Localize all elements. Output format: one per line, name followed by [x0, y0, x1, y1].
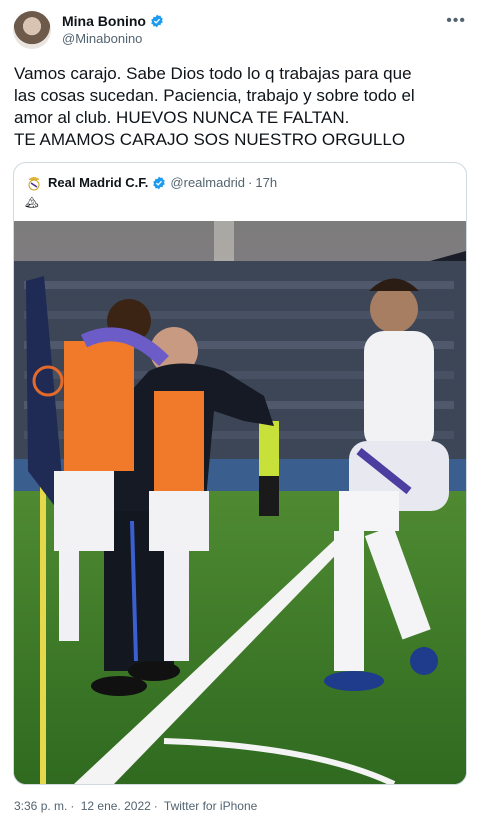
tweet-text: Vamos carajo. Sabe Dios todo lo q trabaj… [14, 63, 469, 151]
match-photo[interactable] [14, 221, 466, 784]
avatar[interactable] [13, 11, 51, 49]
quoted-text-emoji: 🏔 [25, 197, 39, 209]
separator-dot: · [70, 799, 75, 813]
tweet-date[interactable]: 12 ene. 2022 [81, 799, 151, 813]
quoted-avatar [25, 174, 43, 192]
author-display-name[interactable]: Mina Bonino [62, 13, 146, 29]
quoted-tweet[interactable]: Real Madrid C.F. @realmadrid · 17h 🏔 [13, 162, 467, 785]
more-options-icon[interactable]: ••• [446, 12, 466, 30]
tweet: Mina Bonino @Minabonino ••• Vamos carajo… [0, 0, 481, 823]
verified-badge-icon [153, 176, 166, 189]
quoted-header: Real Madrid C.F. @realmadrid · 17h [48, 175, 277, 190]
tweet-line: Vamos carajo. Sabe Dios todo lo q trabaj… [14, 64, 412, 83]
author-handle[interactable]: @Minabonino [62, 31, 142, 46]
tweet-source[interactable]: Twitter for iPhone [164, 799, 257, 813]
real-madrid-crest-icon [28, 177, 40, 191]
author-name-row[interactable]: Mina Bonino [62, 13, 164, 29]
tweet-line: TE AMAMOS CARAJO SOS NUESTRO ORGULLO [14, 130, 406, 149]
tweet-line: las cosas sucedan. Paciencia, trabajo y … [14, 86, 415, 105]
tweet-line: amor al club. HUEVOS NUNCA TE FALTAN. [14, 108, 350, 127]
tweet-time[interactable]: 3:36 p. m. [14, 799, 67, 813]
separator-dot: · [153, 799, 158, 813]
quoted-display-name: Real Madrid C.F. [48, 175, 149, 190]
separator-dot: · [248, 175, 253, 190]
quoted-handle: @realmadrid [170, 175, 246, 190]
quoted-timestamp: 17h [255, 175, 278, 190]
verified-badge-icon [151, 14, 163, 28]
tweet-footer: 3:36 p. m. · 12 ene. 2022 · Twitter for iP… [14, 799, 260, 813]
